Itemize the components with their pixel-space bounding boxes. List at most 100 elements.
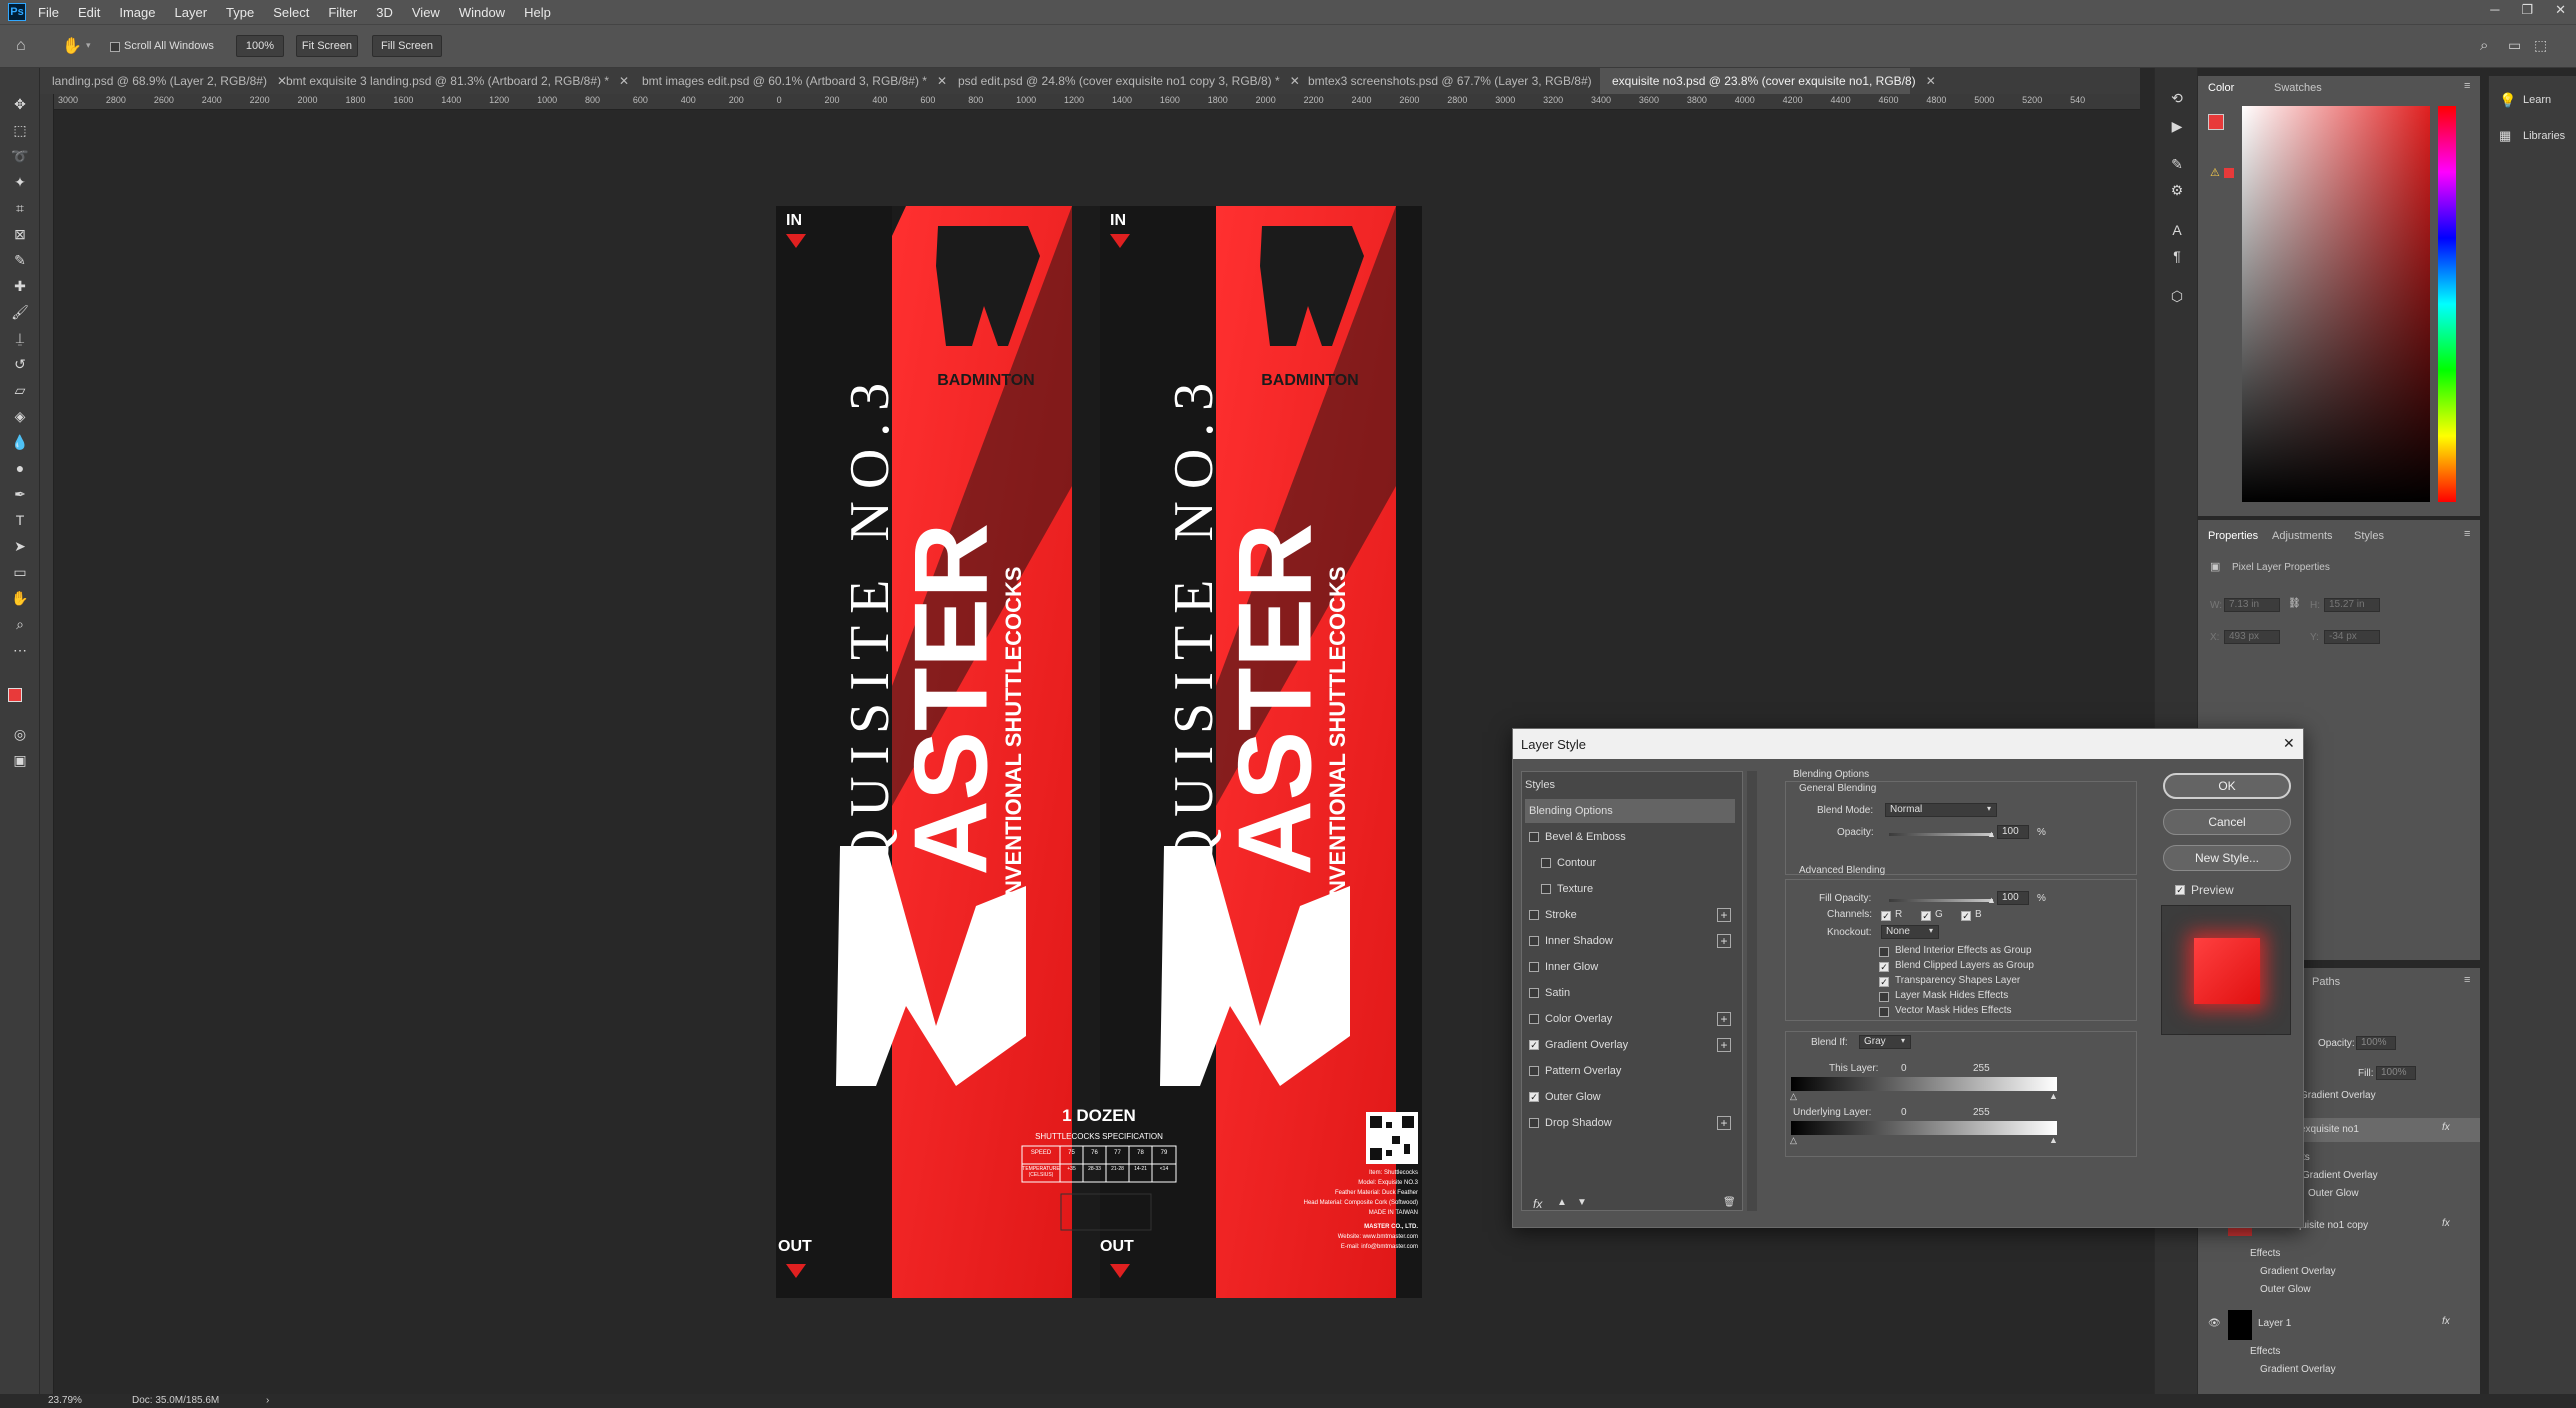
layer-effect-row[interactable]: Gradient Overlay [2198,1364,2480,1375]
tab-color[interactable]: Color [2208,82,2234,94]
search-icon[interactable]: ⌕ [2480,37,2488,54]
checkbox[interactable] [1529,962,1539,972]
delete-icon[interactable]: 🗑 [1723,1197,1736,1208]
dodge-tool-icon[interactable]: ● [10,458,30,478]
styles-header[interactable]: Styles [1525,773,1735,797]
layer-effects-row[interactable]: Effects [2198,1248,2480,1259]
style-pattern-overlay[interactable]: Pattern Overlay [1525,1059,1735,1083]
checkbox-checked[interactable]: ✓ [1529,1040,1539,1050]
add-icon[interactable]: + [1717,934,1731,948]
checkbox[interactable] [1541,858,1551,868]
menu-help[interactable]: Help [524,5,551,20]
style-gradient-overlay[interactable]: ✓ Gradient Overlay + [1525,1033,1735,1057]
chevron-down-icon[interactable]: ▾ [1929,926,1933,935]
checkbox[interactable] [1879,947,1889,957]
channel-r-checkbox[interactable]: ✓ [1881,911,1891,921]
layer-effect-row[interactable]: Gradient Overlay [2198,1266,2480,1277]
rectangle-tool-icon[interactable]: ▭ [10,562,30,582]
tab-properties[interactable]: Properties [2208,530,2258,542]
history-icon[interactable]: ⟲ [2167,88,2187,108]
layer-effect-row[interactable]: Outer Glow [2198,1284,2480,1295]
foreground-color-swatch[interactable] [8,688,22,702]
menu-window[interactable]: Window [459,5,505,20]
ok-button[interactable]: OK [2163,773,2291,799]
artboard[interactable]: IN IN OUT OUT EXQUISITE NO.3 EXQUISITE N… [776,206,1422,1298]
paragraph-icon[interactable]: ¶ [2167,246,2187,266]
panel-menu-icon[interactable]: ≡ [2464,974,2470,986]
healing-tool-icon[interactable]: ✚ [10,276,30,296]
layer-opacity-field[interactable]: 100% [2356,1036,2396,1050]
magic-wand-tool-icon[interactable]: ✦ [10,172,30,192]
blur-tool-icon[interactable]: 💧 [10,432,30,452]
style-drop-shadow[interactable]: Drop Shadow + [1525,1111,1735,1135]
checkbox-checked[interactable]: ✓ [1879,962,1889,972]
checkbox[interactable] [1529,936,1539,946]
history-brush-icon[interactable]: ↺ [10,354,30,374]
fit-screen-button[interactable]: Fit Screen [296,35,358,57]
menu-select[interactable]: Select [273,5,309,20]
checkbox[interactable] [1529,1118,1539,1128]
bucket-tool-icon[interactable]: ◈ [10,406,30,426]
width-field[interactable]: 7.13 in [2224,598,2280,612]
menu-filter[interactable]: Filter [328,5,357,20]
new-style-button[interactable]: New Style... [2163,845,2291,871]
y-field[interactable]: -34 px [2324,630,2380,644]
menu-file[interactable]: File [38,5,59,20]
chevron-down-icon[interactable]: ▾ [1987,804,1991,813]
zoom-button[interactable]: 100% [236,35,284,57]
foreground-color-swatch[interactable] [2208,114,2224,130]
restore-icon[interactable]: ❐ [2521,2,2533,18]
tab-bmtex3-screenshots[interactable]: bmtex3 screenshots.psd @ 67.7% (Layer 3,… [1296,68,1612,94]
slider-handle-icon[interactable]: △ [1790,1135,1797,1146]
style-satin[interactable]: Satin [1525,981,1735,1005]
eyedropper-tool-icon[interactable]: ✎ [10,250,30,270]
panel-menu-icon[interactable]: ≡ [2464,80,2470,92]
tab-exquisite-no3[interactable]: exquisite no3.psd @ 23.8% (cover exquisi… [1600,68,1936,94]
quick-mask-icon[interactable]: ◎ [10,724,30,744]
checkbox[interactable] [1529,910,1539,920]
menu-edit[interactable]: Edit [78,5,100,20]
channel-b-checkbox[interactable]: ✓ [1961,911,1971,921]
menu-layer[interactable]: Layer [175,5,208,20]
pen-tool-icon[interactable]: ✒ [10,484,30,504]
link-icon[interactable]: ⛓ [2288,598,2301,609]
tab-swatches[interactable]: Swatches [2274,82,2322,94]
hue-slider[interactable] [2438,106,2456,502]
cancel-button[interactable]: Cancel [2163,809,2291,835]
close-icon[interactable]: ✕ [1926,74,1936,88]
more-tools-icon[interactable]: ⋯ [10,640,30,660]
tab-paths[interactable]: Paths [2312,976,2340,988]
close-icon[interactable]: ✕ [2555,2,2566,18]
lasso-tool-icon[interactable]: ➰ [10,146,30,166]
checkbox[interactable] [1529,1014,1539,1024]
libraries-button[interactable]: Libraries [2523,130,2565,142]
layer-row-layer-1[interactable]: Layer 1 [2198,1318,2480,1329]
add-icon[interactable]: + [1717,908,1731,922]
fill-opacity-field[interactable]: 100 [1997,891,2029,905]
home-icon[interactable]: ⌂ [16,37,26,55]
tab-landing[interactable]: landing.psd @ 68.9% (Layer 2, RGB/8#) ✕ [40,68,287,94]
fx-icon[interactable]: fx [2442,1122,2450,1133]
checkbox-checked[interactable]: ✓ [1529,1092,1539,1102]
style-inner-shadow[interactable]: Inner Shadow + [1525,929,1735,953]
style-texture[interactable]: Texture [1525,877,1735,901]
fx-icon[interactable]: fx [2442,1316,2450,1327]
checkbox-checked[interactable]: ✓ [1879,977,1889,987]
chevron-down-icon[interactable]: ▾ [86,40,91,51]
hand-tool-icon[interactable]: ✋ [10,588,30,608]
underlying-layer-gradient[interactable] [1791,1121,2057,1135]
path-select-icon[interactable]: ➤ [10,536,30,556]
add-icon[interactable]: + [1717,1116,1731,1130]
close-icon[interactable]: ✕ [619,74,629,88]
this-layer-gradient[interactable] [1791,1077,2057,1091]
slider-handle-icon[interactable]: △ [1790,1091,1797,1102]
tab-bmt-exquisite-3[interactable]: bmt exquisite 3 landing.psd @ 81.3% (Art… [274,68,630,94]
color-field[interactable] [2242,106,2430,502]
slider-handle-icon[interactable]: ▲ [1987,829,1996,839]
checkbox[interactable] [1879,992,1889,1002]
share-icon[interactable]: ⬚ [2534,37,2547,54]
screen-mode-icon[interactable]: ▣ [10,750,30,770]
3d-icon[interactable]: ⬡ [2167,286,2187,306]
add-icon[interactable]: + [1717,1012,1731,1026]
gamut-swatch[interactable] [2224,168,2234,178]
